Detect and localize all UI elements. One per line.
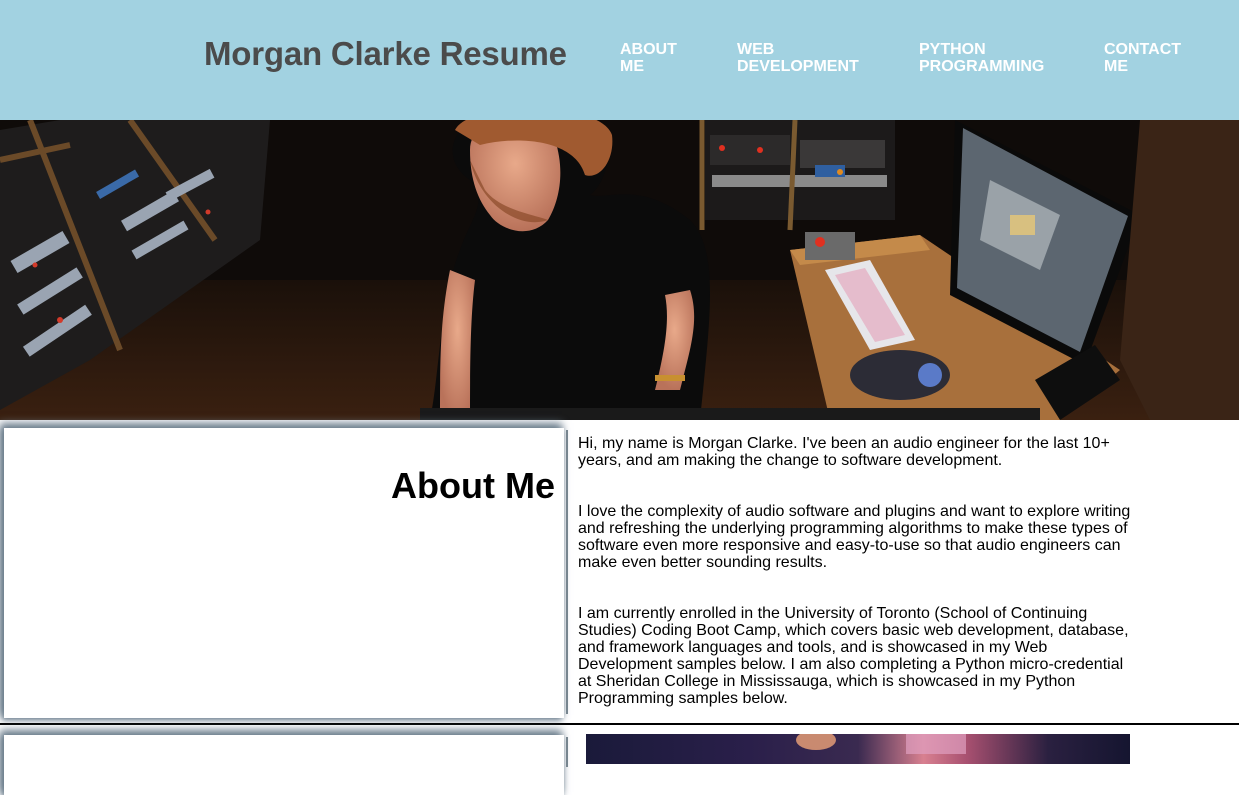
about-text: Hi, my name is Morgan Clarke. I've been … [578, 435, 1138, 741]
nav-about-me[interactable]: ABOUT ME [620, 41, 700, 75]
site-header: Morgan Clarke Resume ABOUT ME WEB DEVELO… [0, 0, 1239, 120]
section-divider-vertical [566, 737, 568, 767]
nav-python-programming[interactable]: PYTHON PROGRAMMING [919, 41, 1059, 75]
project-photo [586, 734, 1130, 764]
about-paragraph: Hi, my name is Morgan Clarke. I've been … [578, 435, 1110, 469]
web-development-section [0, 725, 1239, 795]
nav-web-development[interactable]: WEB DEVELOPMENT [737, 41, 867, 75]
site-title: Morgan Clarke Resume [204, 35, 567, 72]
about-paragraph: I love the complexity of audio software … [578, 503, 1131, 571]
about-heading-card: About Me [4, 428, 564, 718]
studio-photo-illustration [0, 120, 1239, 420]
about-section: About Me Hi, my name is Morgan Clarke. I… [0, 420, 1239, 723]
nav-contact-me[interactable]: CONTACT ME [1104, 41, 1194, 75]
next-heading-card [4, 735, 564, 795]
about-heading: About Me [391, 465, 555, 506]
section-divider-vertical [566, 430, 568, 714]
about-paragraph: I am currently enrolled in the Universit… [578, 605, 1129, 707]
hero-photo [0, 120, 1239, 420]
